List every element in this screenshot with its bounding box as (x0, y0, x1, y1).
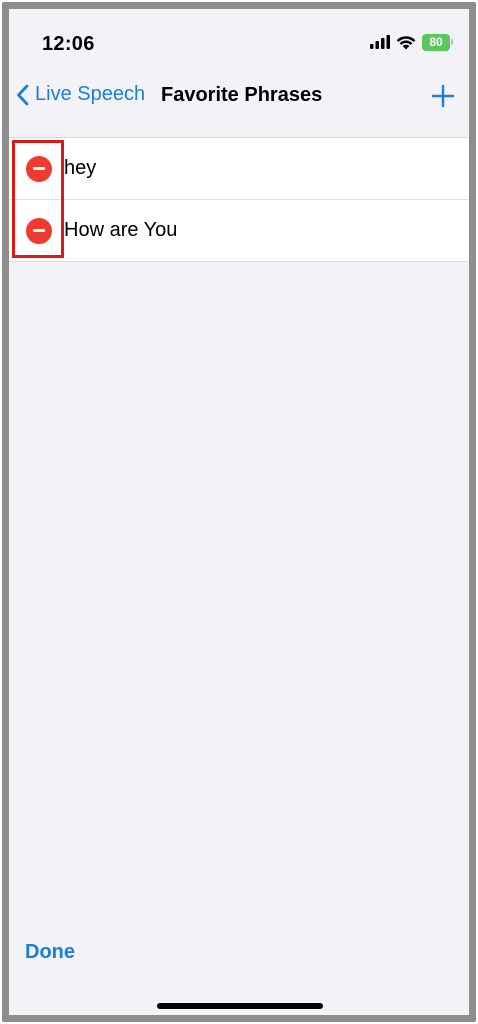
status-icons: 80 (370, 29, 453, 55)
wifi-icon (396, 35, 416, 50)
list-item[interactable]: hey (9, 138, 469, 199)
minus-circle-icon[interactable] (26, 217, 52, 244)
status-time: 12:06 (42, 33, 95, 55)
navigation-bar: Live Speech Favorite Phrases (9, 69, 469, 125)
page-title: Favorite Phrases (161, 84, 323, 106)
phrase-text: hey (64, 157, 97, 179)
add-phrase-button[interactable] (429, 82, 457, 110)
status-bar: 12:06 80 (9, 9, 469, 69)
minus-circle-icon[interactable] (26, 155, 52, 182)
battery-level: 80 (422, 33, 450, 51)
plus-icon (429, 82, 457, 110)
signal-icon (370, 35, 390, 49)
battery-charging-icon: 80 (422, 33, 453, 51)
chevron-left-icon (16, 84, 29, 106)
device-frame: 12:06 80 Live Speech Favorite Phrases he… (2, 2, 476, 1022)
list-item[interactable]: How are You (9, 199, 469, 261)
back-label: Live Speech (35, 83, 146, 105)
back-button[interactable]: Live Speech (16, 83, 145, 106)
home-indicator (157, 1003, 323, 1009)
phrases-list: hey How are You (9, 137, 469, 262)
done-button[interactable]: Done (25, 941, 75, 964)
phrase-text: How are You (64, 219, 178, 241)
battery-cap (451, 39, 453, 45)
